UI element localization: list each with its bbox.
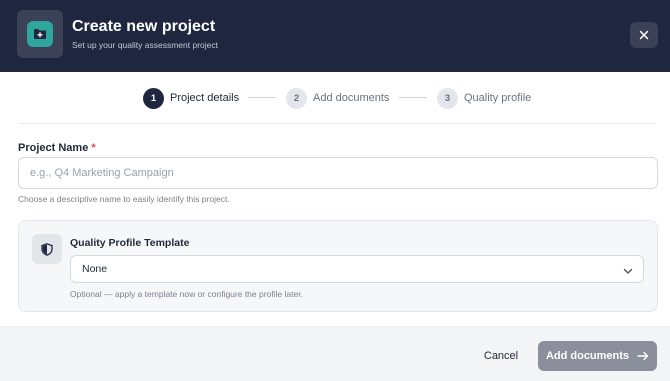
stepper-divider (18, 123, 656, 124)
create-project-dialog: Create new project Set up your quality a… (0, 0, 670, 381)
step-add-documents: 2 Add documents (286, 87, 389, 109)
close-button[interactable] (630, 22, 658, 48)
header-icon-container (17, 10, 63, 58)
dialog-header: Create new project Set up your quality a… (0, 0, 670, 72)
cancel-button[interactable]: Cancel (476, 346, 526, 366)
arrow-right-icon (637, 351, 649, 361)
step-project-details: 1 Project details (143, 87, 239, 109)
step-number: 2 (286, 87, 307, 109)
project-name-input[interactable] (18, 157, 658, 189)
quality-template-card: Quality Profile Template None Optional —… (18, 220, 658, 312)
template-label: Quality Profile Template (70, 237, 190, 249)
step-label: Quality profile (464, 92, 532, 104)
template-select-value: None (82, 263, 108, 275)
project-name-helper: Choose a descriptive name to easily iden… (18, 194, 230, 204)
dialog-subtitle: Set up your quality assessment project (72, 40, 218, 50)
chevron-down-icon (622, 264, 634, 282)
step-number: 3 (437, 87, 458, 109)
step-quality-profile: 3 Quality profile (437, 87, 531, 109)
dialog-title: Create new project (72, 18, 216, 35)
folder-plus-icon (27, 21, 53, 47)
required-indicator: * (91, 142, 96, 154)
step-connector (399, 97, 427, 98)
shield-icon (32, 234, 62, 264)
step-label: Project details (170, 92, 240, 104)
dialog-footer: Cancel Add documents (0, 326, 670, 381)
template-helper: Optional — apply a template now or confi… (70, 289, 303, 299)
step-connector (248, 97, 276, 98)
add-documents-label: Add documents (545, 350, 630, 362)
project-name-label: Project Name * (18, 142, 96, 154)
add-documents-button[interactable]: Add documents (538, 341, 657, 371)
template-select[interactable]: None (70, 255, 644, 283)
project-name-label-text: Project Name (18, 142, 89, 154)
step-label: Add documents (313, 92, 390, 104)
step-number: 1 (143, 87, 164, 109)
progress-stepper: 1 Project details 2 Add documents 3 Qual… (0, 72, 670, 124)
close-icon (639, 30, 649, 40)
